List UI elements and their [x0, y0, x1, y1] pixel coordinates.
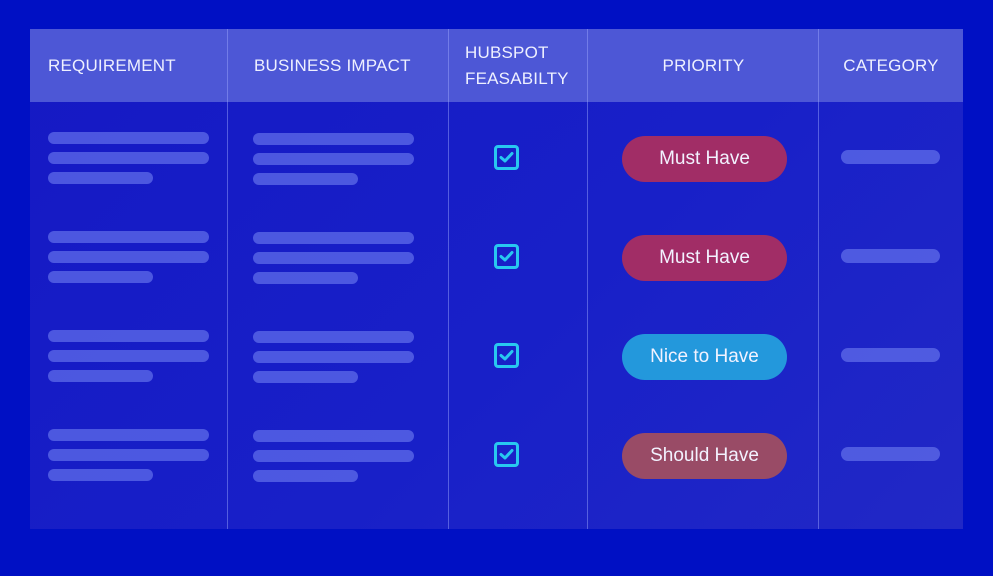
table-row[interactable]: Nice to Have	[30, 300, 963, 399]
business-impact-text-line	[253, 371, 358, 383]
header-requirement-label: REQUIREMENT	[48, 55, 176, 75]
priority-badge[interactable]: Nice to Have	[622, 334, 787, 380]
requirement-text-line	[48, 330, 209, 342]
table-row[interactable]: Must Have	[30, 201, 963, 300]
hubspot-feasibility-checkbox[interactable]	[494, 343, 519, 368]
business-impact-text-line	[253, 153, 414, 165]
business-impact-text-line	[253, 351, 414, 363]
business-impact-text-line	[253, 173, 358, 185]
hubspot-feasibility-checkbox[interactable]	[494, 244, 519, 269]
table-row[interactable]: Should Have	[30, 399, 963, 498]
priority-label: Must Have	[659, 247, 750, 268]
priority-badge[interactable]: Should Have	[622, 433, 787, 479]
business-impact-text-line	[253, 470, 358, 482]
category-text-line	[841, 150, 940, 164]
requirement-text-line	[48, 449, 209, 461]
business-impact-text-line	[253, 252, 414, 264]
header-business-impact[interactable]: BUSINESS IMPACT	[254, 29, 464, 102]
requirement-text-line	[48, 271, 153, 283]
header-hubspot-feasibility-line1: HUBSPOT	[465, 42, 549, 62]
priority-badge[interactable]: Must Have	[622, 136, 787, 182]
requirements-table: REQUIREMENT BUSINESS IMPACT HUBSPOT FEAS…	[30, 29, 963, 529]
priority-label: Nice to Have	[650, 346, 759, 367]
requirement-text-line	[48, 429, 209, 441]
hubspot-feasibility-checkbox[interactable]	[494, 145, 519, 170]
header-category[interactable]: CATEGORY	[819, 29, 963, 102]
header-priority-label: PRIORITY	[662, 55, 745, 75]
business-impact-text-line	[253, 272, 358, 284]
header-hubspot-feasibility[interactable]: HUBSPOT FEASABILTY	[465, 29, 595, 102]
business-impact-text-line	[253, 232, 414, 244]
requirement-text-line	[48, 251, 209, 263]
requirement-text-line	[48, 350, 209, 362]
header-requirement[interactable]: REQUIREMENT	[48, 29, 238, 102]
header-priority[interactable]: PRIORITY	[588, 29, 819, 102]
priority-label: Should Have	[650, 445, 759, 466]
requirement-text-line	[48, 132, 209, 144]
requirement-text-line	[48, 370, 153, 382]
business-impact-text-line	[253, 430, 414, 442]
table-row[interactable]: Must Have	[30, 102, 963, 201]
header-category-label: CATEGORY	[843, 55, 939, 75]
requirement-text-line	[48, 152, 209, 164]
priority-label: Must Have	[659, 148, 750, 169]
category-text-line	[841, 348, 940, 362]
header-business-impact-label: BUSINESS IMPACT	[254, 55, 411, 75]
priority-badge[interactable]: Must Have	[622, 235, 787, 281]
requirement-text-line	[48, 469, 153, 481]
business-impact-text-line	[253, 133, 414, 145]
header-hubspot-feasibility-line2: FEASABILTY	[465, 68, 569, 88]
requirement-text-line	[48, 231, 209, 243]
requirement-text-line	[48, 172, 153, 184]
category-text-line	[841, 447, 940, 461]
business-impact-text-line	[253, 331, 414, 343]
hubspot-feasibility-checkbox[interactable]	[494, 442, 519, 467]
business-impact-text-line	[253, 450, 414, 462]
table-header: REQUIREMENT BUSINESS IMPACT HUBSPOT FEAS…	[30, 29, 963, 102]
category-text-line	[841, 249, 940, 263]
